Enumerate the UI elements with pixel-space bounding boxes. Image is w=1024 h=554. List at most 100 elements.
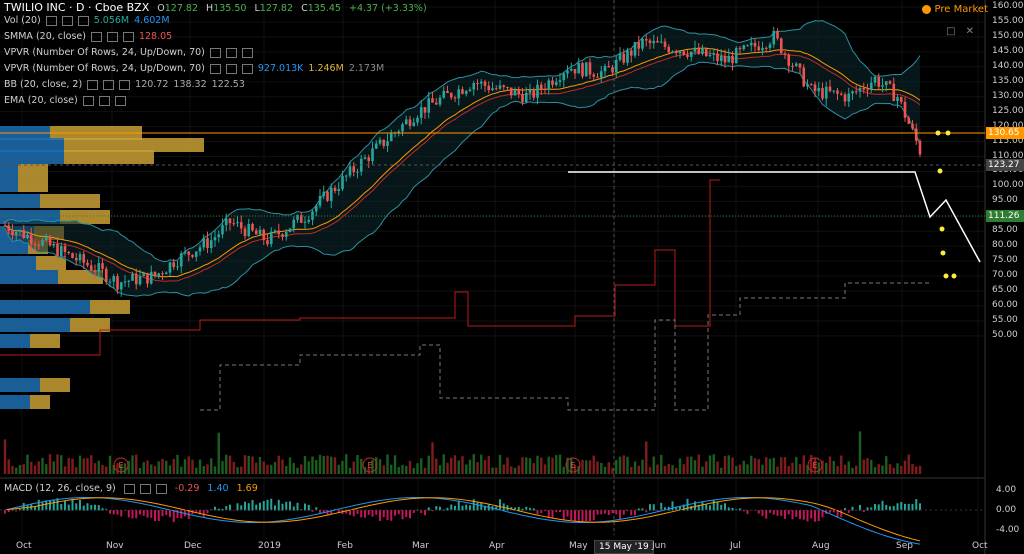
candle-body	[52, 243, 56, 246]
volume-bar	[303, 455, 307, 474]
time-tick-label: Mar	[412, 541, 429, 551]
volume-bar	[768, 458, 772, 474]
candle-body	[821, 87, 824, 99]
settings-icon[interactable]	[61, 15, 73, 26]
volume-bar	[423, 467, 427, 474]
volume-bar	[135, 454, 138, 474]
macd-hist-bar	[390, 510, 393, 521]
close-icon[interactable]	[241, 47, 253, 58]
close-icon[interactable]	[114, 95, 126, 106]
volume-bar	[221, 461, 224, 474]
pane-buttons[interactable]: □✕	[946, 26, 984, 37]
visibility-icon[interactable]	[82, 95, 94, 106]
candle-body	[918, 140, 922, 155]
macd-hist-bar	[386, 510, 389, 520]
indicator-row[interactable]: Vol (20) 5.056M 4.602M	[4, 15, 175, 27]
volume-bar	[240, 466, 243, 474]
indicator-row[interactable]: BB (20, close, 2) 120.72 138.32 122.53	[4, 79, 250, 91]
macd-hist-bar	[802, 510, 805, 520]
ohlc-close: C135.45	[301, 3, 341, 14]
price-tick-label: 135.00	[992, 75, 1024, 86]
candle-body	[731, 55, 734, 64]
settings-icon[interactable]	[225, 63, 237, 74]
volume-bar	[911, 464, 914, 474]
candle-body	[644, 38, 648, 41]
close-icon[interactable]	[241, 63, 253, 74]
price-tag: 123.27	[986, 159, 1024, 171]
macd-hist-bar	[146, 510, 149, 518]
vpvr-down-bar	[18, 178, 48, 192]
candle-body	[832, 90, 836, 92]
candle-body	[596, 76, 599, 78]
candle-body	[734, 48, 738, 64]
maximize-icon[interactable]: □	[946, 26, 965, 37]
candle-body	[119, 282, 123, 290]
candle-body	[187, 251, 191, 255]
volume-bar	[180, 466, 183, 474]
volume-bar	[37, 461, 40, 474]
candle-body	[772, 30, 776, 45]
close-icon[interactable]	[155, 483, 167, 494]
candle-body	[536, 84, 539, 98]
symbol-title[interactable]: TWILIO INC · D · Cboe BZX	[4, 1, 149, 14]
indicator-row[interactable]: VPVR (Number Of Rows, 24, Up/Down, 70) 92…	[4, 63, 389, 75]
indicator-row[interactable]: EMA (20, close)	[4, 95, 131, 107]
settings-icon[interactable]	[98, 95, 110, 106]
visibility-icon[interactable]	[45, 15, 57, 26]
close-pane-icon[interactable]: ✕	[966, 26, 984, 37]
candle-body	[431, 98, 434, 103]
candle-body	[217, 234, 221, 238]
candle-body	[509, 87, 513, 96]
close-icon[interactable]	[122, 31, 134, 42]
candle-body	[93, 270, 97, 272]
indicator-row[interactable]: SMMA (20, close) 128.05	[4, 31, 177, 43]
settings-icon[interactable]	[139, 483, 151, 494]
close-icon[interactable]	[77, 15, 89, 26]
visibility-icon[interactable]	[90, 31, 102, 42]
indicator-value: 5.056M	[93, 15, 130, 26]
candle-body	[911, 123, 914, 129]
macd-legend[interactable]: MACD (12, 26, close, 9) -0.29 1.40 1.69	[4, 483, 263, 495]
visibility-icon[interactable]	[209, 63, 221, 74]
forecast-dot	[945, 130, 951, 136]
volume-bar	[438, 465, 442, 474]
close-icon[interactable]	[119, 79, 131, 90]
settings-icon[interactable]	[106, 31, 118, 42]
candle-body	[292, 219, 296, 229]
macd-hist-bar	[150, 510, 153, 518]
macd-hist-bar	[607, 510, 610, 516]
candle-body	[629, 50, 633, 56]
pre-market-badge[interactable]: Pre Market	[921, 4, 988, 15]
visibility-icon[interactable]	[123, 483, 135, 494]
volume-bar	[228, 455, 232, 474]
volume-bar	[187, 456, 190, 474]
indicator-row[interactable]: VPVR (Number Of Rows, 24, Up/Down, 70)	[4, 47, 258, 59]
time-tick-label: Dec	[184, 541, 202, 551]
candle-body	[239, 222, 243, 229]
vpvr-up-bar	[0, 150, 64, 164]
indicator-value: 138.32	[173, 79, 207, 90]
macd-hist-bar	[401, 510, 404, 520]
visibility-icon[interactable]	[87, 79, 99, 90]
visibility-icon[interactable]	[209, 47, 221, 58]
volume-bar	[742, 460, 745, 474]
settings-icon[interactable]	[225, 47, 237, 58]
macd-hist-bar	[349, 510, 351, 515]
macd-hist-bar	[862, 510, 865, 513]
price-tag: 130.65	[986, 127, 1024, 139]
candle-body	[318, 196, 322, 206]
volume-bar	[7, 459, 10, 474]
volume-bar	[495, 467, 498, 474]
vpvr-down-bar	[30, 395, 50, 409]
candle-body	[521, 94, 524, 103]
indicator-value: 4.602M	[134, 15, 170, 26]
candle-body	[401, 124, 404, 132]
macd-hist-bar	[304, 503, 306, 511]
candle-body	[761, 47, 764, 51]
settings-icon[interactable]	[103, 79, 115, 90]
macd-hist-bar	[202, 510, 205, 517]
volume-bar	[817, 462, 820, 474]
candle-body	[213, 237, 217, 241]
candle-body	[524, 92, 528, 103]
candle-body	[476, 83, 479, 85]
